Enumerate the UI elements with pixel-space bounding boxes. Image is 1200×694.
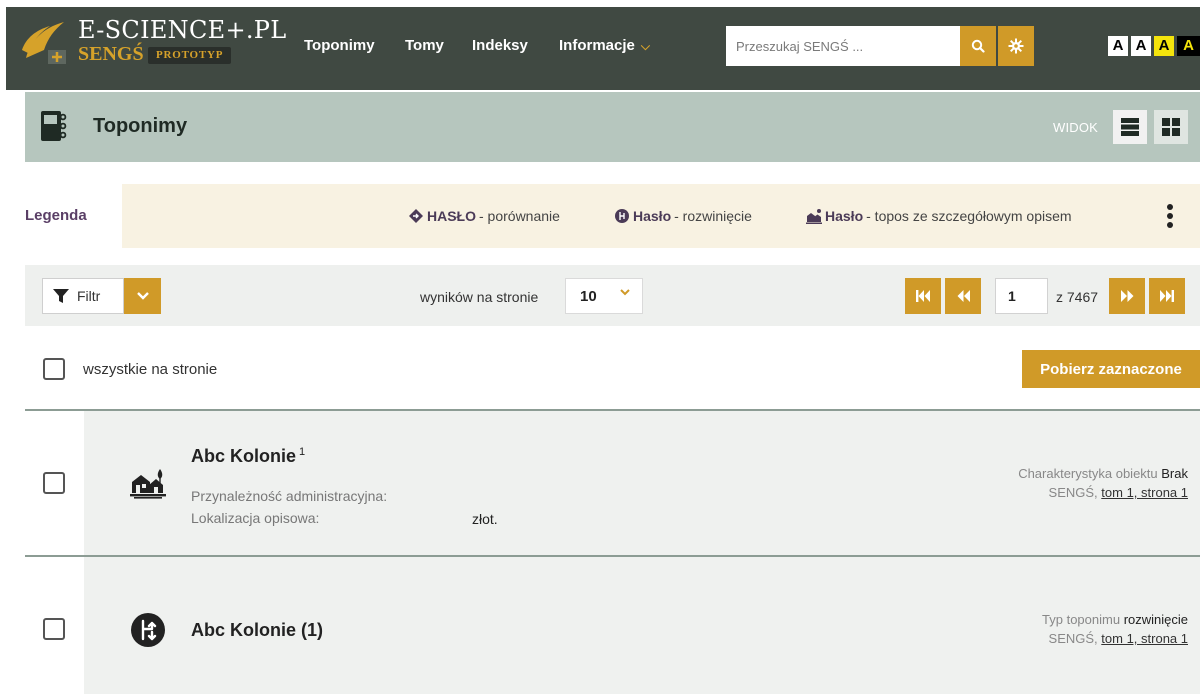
select-all-label: wszystkie na stronie xyxy=(83,361,218,378)
logo-mark-icon xyxy=(22,22,66,64)
last-page-icon xyxy=(1160,290,1174,302)
result-field-label: Przynależność administracyjna: xyxy=(191,488,388,504)
result-meta-label: Typ toponimu xyxy=(1042,612,1121,627)
search-input[interactable] xyxy=(726,26,960,66)
search-button[interactable] xyxy=(960,26,996,66)
result-meta-label: Charakterystyka obiektu xyxy=(1018,466,1158,481)
fast-forward-icon xyxy=(1120,290,1133,302)
result-title-text: Abc Kolonie xyxy=(191,446,297,466)
legend-panel: HASŁO - porównanie Hasło - rozwinięcie H… xyxy=(122,184,1200,248)
contrast-black[interactable]: A xyxy=(1177,36,1200,56)
chevron-down-icon xyxy=(136,292,149,300)
contrast-yellow[interactable]: A xyxy=(1154,36,1174,56)
result-source: SENGŚ, tom 1, strona 1 xyxy=(1049,485,1188,500)
result-field-label: Lokalizacja opisowa: xyxy=(191,510,320,526)
nav-informacje-label: Informacje xyxy=(559,37,635,54)
legend-item-expansion-term: Hasło xyxy=(633,208,672,224)
per-page-label: wyników na stronie xyxy=(420,289,539,305)
chevron-down-icon: ⌵ xyxy=(640,39,650,53)
font-size-large[interactable]: A xyxy=(1131,36,1151,56)
result-field-value: złot. xyxy=(472,511,498,527)
gear-icon xyxy=(1008,38,1024,54)
page-title-band: Toponimy WIDOK xyxy=(25,92,1200,162)
result-source-label: SENGŚ, xyxy=(1048,631,1098,646)
prototype-badge: PROTOTYP xyxy=(148,47,232,64)
result-meta-value: rozwinięcie xyxy=(1123,612,1188,627)
nav-tomy[interactable]: Tomy xyxy=(405,37,444,57)
funnel-icon xyxy=(53,289,69,303)
font-size-normal[interactable]: A xyxy=(1108,36,1128,56)
result-source: SENGŚ, tom 1, strona 1 xyxy=(1049,631,1188,646)
next-page-button[interactable] xyxy=(1109,278,1145,314)
kebab-menu-icon[interactable] xyxy=(1166,202,1174,230)
branch-circle-icon xyxy=(615,209,629,223)
logo-title: E-SCIENCE+.PL xyxy=(78,16,287,44)
results-toolbar: Filtr wyników na stronie 10 z 7467 xyxy=(25,265,1200,326)
view-grid-button[interactable] xyxy=(1154,110,1188,144)
result-checkbox[interactable] xyxy=(43,472,65,494)
legend-label: Legenda xyxy=(25,207,87,224)
logo-subtitle: SENGŚ xyxy=(78,43,144,65)
diamond-arrow-icon xyxy=(409,209,423,223)
search-icon xyxy=(971,39,985,53)
select-all-checkbox[interactable] xyxy=(43,358,65,380)
legend-item-comparison-text: - porównanie xyxy=(479,208,560,224)
nav-indeksy[interactable]: Indeksy xyxy=(472,37,528,57)
result-checkbox[interactable] xyxy=(43,618,65,640)
page-number-input[interactable] xyxy=(995,278,1048,314)
prev-page-button[interactable] xyxy=(945,278,981,314)
grid-view-icon xyxy=(1162,118,1180,136)
list-view-icon xyxy=(1121,118,1139,136)
settings-button[interactable] xyxy=(998,26,1034,66)
legend-item-topos: Hasło - topos ze szczegółowym opisem xyxy=(806,208,1072,224)
rewind-icon xyxy=(957,290,970,302)
download-selected-button[interactable]: Pobierz zaznaczone xyxy=(1022,350,1200,388)
result-meta: Charakterystyka obiektu Brak xyxy=(1018,466,1188,481)
book-index-icon xyxy=(41,111,67,141)
view-list-button[interactable] xyxy=(1113,110,1147,144)
first-page-button[interactable] xyxy=(905,278,941,314)
per-page-value: 10 xyxy=(580,287,597,305)
filter-label: Filtr xyxy=(77,288,101,304)
chevron-down-icon xyxy=(620,289,630,296)
view-label: WIDOK xyxy=(1053,120,1099,135)
per-page-select[interactable]: 10 xyxy=(565,278,643,314)
result-title[interactable]: Abc Kolonie (1) xyxy=(191,620,323,641)
filter-button[interactable]: Filtr xyxy=(42,278,124,314)
total-pages: z 7467 xyxy=(1056,289,1099,305)
legend-item-expansion: Hasło - rozwinięcie xyxy=(614,208,752,224)
last-page-button[interactable] xyxy=(1149,278,1185,314)
result-row xyxy=(84,411,1200,555)
filter-dropdown-button[interactable] xyxy=(124,278,161,314)
branch-circle-icon xyxy=(131,613,165,647)
nav-toponimy[interactable]: Toponimy xyxy=(304,37,375,57)
result-title[interactable]: Abc Kolonie 1 xyxy=(191,446,305,467)
result-meta-value: Brak xyxy=(1161,466,1188,481)
village-icon xyxy=(130,469,166,499)
page-title: Toponimy xyxy=(93,115,188,137)
legend-item-comparison: HASŁO - porównanie xyxy=(408,208,560,224)
legend-item-expansion-text: - rozwinięcie xyxy=(674,208,752,224)
result-meta: Typ toponimu rozwinięcie xyxy=(1042,612,1188,627)
legend-item-comparison-term: HASŁO xyxy=(427,208,476,224)
legend-item-topos-term: Hasło xyxy=(825,208,864,224)
site-logo[interactable]: E-SCIENCE+.PL SENGŚ PROTOTYP xyxy=(20,16,286,76)
legend-item-topos-text: - topos ze szczegółowym opisem xyxy=(866,208,1072,224)
nav-informacje[interactable]: Informacje ⌵ xyxy=(559,37,650,57)
result-source-link[interactable]: tom 1, strona 1 xyxy=(1101,631,1188,646)
first-page-icon xyxy=(916,290,930,302)
result-source-label: SENGŚ, xyxy=(1048,485,1098,500)
result-source-link[interactable]: tom 1, strona 1 xyxy=(1101,485,1188,500)
village-icon xyxy=(806,209,822,224)
result-homonym-number: 1 xyxy=(299,446,306,458)
top-header: E-SCIENCE+.PL SENGŚ PROTOTYP Toponimy To… xyxy=(0,0,1200,92)
